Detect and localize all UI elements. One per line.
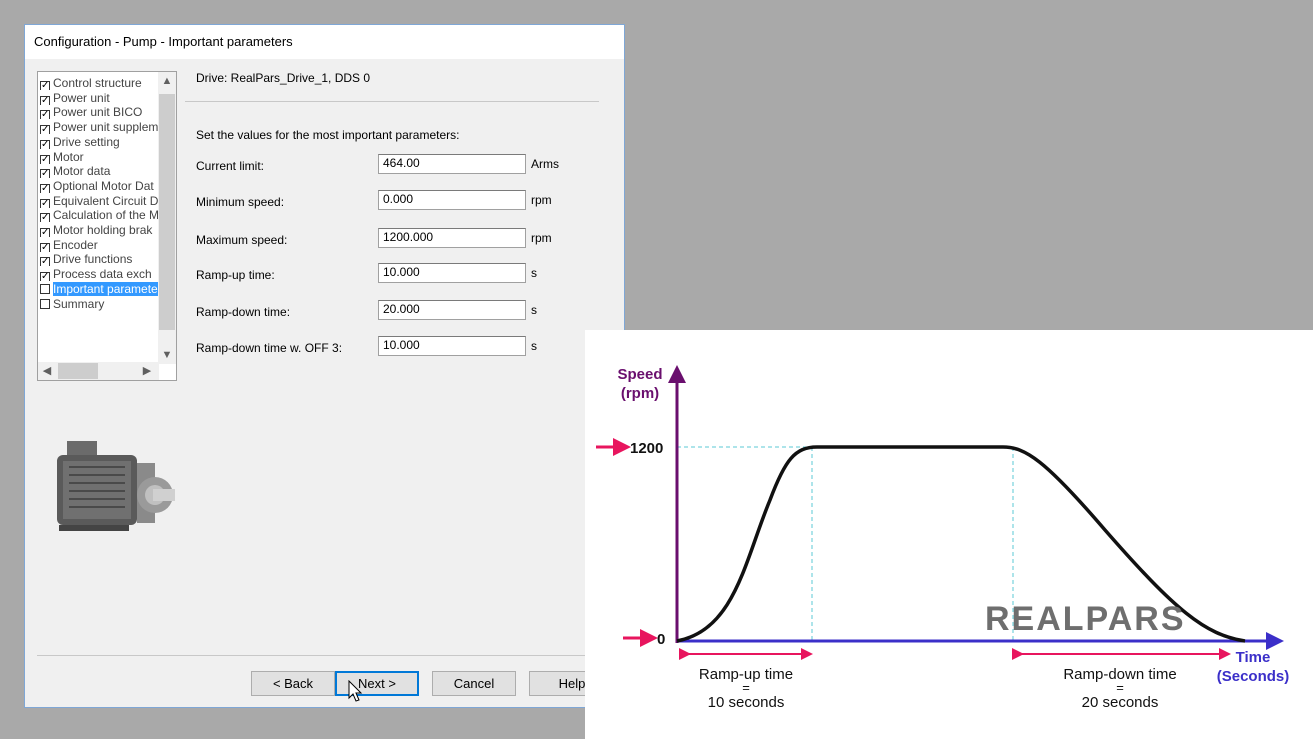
tree-item[interactable]: ✓ Motor: [40, 150, 158, 164]
tree-item[interactable]: ✓ Drive functions: [40, 252, 158, 267]
cancel-button[interactable]: Cancel: [432, 671, 516, 696]
tree-item-label: Equivalent Circuit D: [53, 193, 158, 208]
param-input[interactable]: 20.000: [378, 300, 526, 320]
realpars-logo: REALPARS: [985, 600, 1186, 638]
ramp-up-value: 10 seconds: [708, 694, 785, 711]
tree-item-label: Power unit supplem: [53, 120, 158, 135]
ramp-down-equals: =: [1116, 680, 1124, 695]
param-unit: s: [531, 266, 537, 280]
tree-item-label: Important paramete: [53, 281, 158, 296]
tree-item[interactable]: ✓ Control structure: [40, 76, 158, 90]
checked-checkbox-icon[interactable]: ✓: [40, 154, 50, 164]
speed-ramp-chart: Speed (rpm) 1200 0 Time (Seconds) Ramp-u…: [585, 330, 1313, 739]
checked-checkbox-icon[interactable]: ✓: [40, 169, 50, 179]
tree-item-label: Power unit BICO: [53, 105, 143, 120]
param-unit: Arms: [531, 157, 559, 171]
param-input[interactable]: 1200.000: [378, 228, 526, 248]
y-tick-0: 0: [657, 631, 665, 648]
tree-item[interactable]: ✓ Power unit supplem: [40, 120, 158, 135]
tree-item-label: Drive functions: [53, 252, 133, 267]
param-unit: rpm: [531, 193, 552, 207]
param-input[interactable]: 464.00: [378, 154, 526, 174]
tree-item-label: Motor data: [53, 164, 111, 179]
tree-item[interactable]: Important paramete: [40, 281, 158, 296]
tree-item[interactable]: ✓ Motor data: [40, 164, 158, 179]
ramp-up-equals: =: [742, 680, 750, 695]
tree-item-label: Encoder: [53, 237, 98, 252]
checked-checkbox-icon[interactable]: ✓: [40, 198, 50, 208]
param-input[interactable]: 10.000: [378, 336, 526, 356]
checked-checkbox-icon[interactable]: ✓: [40, 213, 50, 223]
intro-text: Set the values for the most important pa…: [196, 128, 460, 142]
param-unit: rpm: [531, 231, 552, 245]
checked-checkbox-icon[interactable]: ✓: [40, 272, 50, 282]
checked-checkbox-icon[interactable]: ✓: [40, 81, 50, 90]
tree-item[interactable]: ✓ Equivalent Circuit D: [40, 194, 158, 208]
tree-item-label: Control structure: [53, 76, 142, 90]
scroll-left-icon[interactable]: ◀: [38, 362, 56, 380]
param-label: Ramp-up time:: [196, 268, 275, 282]
checked-checkbox-icon[interactable]: ✓: [40, 95, 50, 105]
checked-checkbox-icon[interactable]: ✓: [40, 183, 50, 193]
checked-checkbox-icon[interactable]: ✓: [40, 228, 50, 237]
tree-item-label: Calculation of the M: [53, 208, 158, 223]
tree-item[interactable]: ✓ Power unit BICO: [40, 105, 158, 120]
tree-item-label: Drive setting: [53, 134, 120, 149]
checked-checkbox-icon[interactable]: ✓: [40, 110, 50, 120]
tree-item-label: Optional Motor Dat: [53, 178, 154, 193]
y-axis-label-line2: (rpm): [621, 385, 659, 402]
ramp-down-value: 20 seconds: [1082, 694, 1159, 711]
tree-item[interactable]: ✓ Optional Motor Dat: [40, 179, 158, 193]
x-axis-label-line2: (Seconds): [1217, 668, 1290, 685]
tree-item[interactable]: ✓ Power unit: [40, 91, 158, 105]
divider: [185, 101, 599, 102]
tree-item-label: Power unit: [53, 90, 110, 105]
scroll-thumb[interactable]: [159, 94, 175, 330]
bottom-divider: [37, 655, 615, 656]
scroll-up-icon[interactable]: ▲: [158, 72, 176, 90]
unchecked-checkbox-icon[interactable]: [40, 298, 50, 309]
tree-item[interactable]: ✓ Drive setting: [40, 135, 158, 149]
param-label: Ramp-down time:: [196, 305, 291, 319]
scroll-down-icon[interactable]: ▼: [158, 346, 176, 364]
param-input[interactable]: 0.000: [378, 190, 526, 210]
back-button[interactable]: < Back: [251, 671, 335, 696]
tree-item[interactable]: ✓ Calculation of the M: [40, 208, 158, 223]
y-axis-label-line1: Speed: [617, 366, 662, 383]
window-title: Configuration - Pump - Important paramet…: [25, 25, 624, 59]
checked-checkbox-icon[interactable]: ✓: [40, 139, 50, 149]
drive-label: Drive: RealPars_Drive_1, DDS 0: [196, 71, 371, 85]
scroll-right-icon[interactable]: ▶: [138, 362, 156, 380]
checked-checkbox-icon[interactable]: ✓: [40, 125, 50, 135]
tree-item[interactable]: ✓ Motor holding brak: [40, 223, 158, 237]
unchecked-checkbox-icon[interactable]: [40, 283, 50, 294]
tree-item-label: Summary: [53, 296, 105, 311]
mouse-cursor-icon: [348, 680, 363, 702]
tree-item[interactable]: ✓ Process data exch: [40, 267, 158, 282]
y-tick-1200: 1200: [630, 440, 663, 457]
tree-horizontal-scrollbar[interactable]: ◀ ▶: [38, 362, 159, 380]
x-axis-label-line1: Time: [1236, 649, 1271, 666]
tree-item[interactable]: Summary: [40, 297, 158, 311]
param-unit: s: [531, 339, 537, 353]
param-label: Maximum speed:: [196, 233, 288, 247]
param-label: Ramp-down time w. OFF 3:: [196, 341, 343, 355]
tree-item[interactable]: ✓ Encoder: [40, 238, 158, 252]
checked-checkbox-icon[interactable]: ✓: [40, 257, 50, 267]
chart-svg: Speed (rpm) 1200 0 Time (Seconds) Ramp-u…: [596, 365, 1290, 711]
hscroll-thumb[interactable]: [58, 363, 98, 379]
checked-checkbox-icon[interactable]: ✓: [40, 242, 50, 252]
tree-item-label: Motor: [53, 149, 84, 164]
motor-image: [57, 441, 175, 531]
configuration-dialog: Configuration - Pump - Important paramet…: [24, 24, 625, 708]
tree-item-label: Process data exch: [53, 267, 152, 282]
param-label: Minimum speed:: [196, 195, 285, 209]
tree-item-label: Motor holding brak: [53, 223, 153, 237]
config-tree[interactable]: ▲ ▼ ◀ ▶ ✓ Control structure ✓ Power unit ✓ Po…: [37, 71, 177, 381]
param-label: Current limit:: [196, 159, 265, 173]
param-input[interactable]: 10.000: [378, 263, 526, 283]
param-unit: s: [531, 303, 537, 317]
tree-vertical-scrollbar[interactable]: ▲ ▼: [158, 72, 176, 364]
